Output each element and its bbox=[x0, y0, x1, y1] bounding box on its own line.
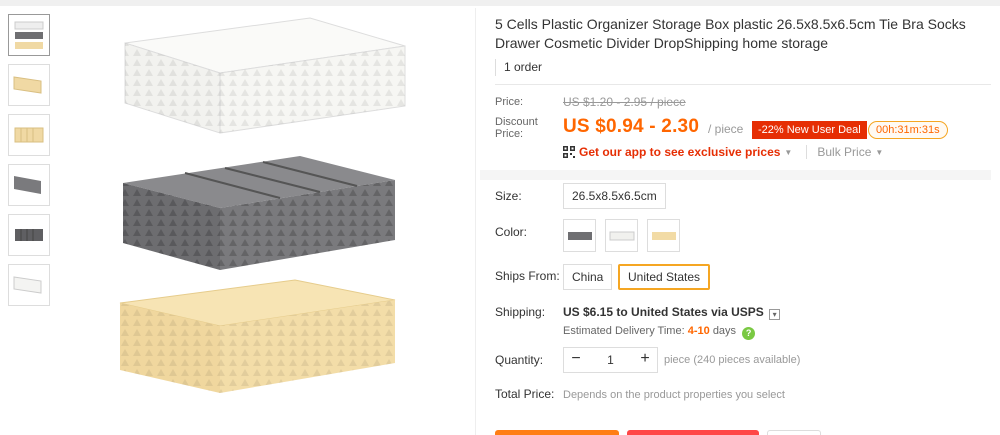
est-days: 4-10 bbox=[687, 325, 710, 337]
shipping-info: US $6.15 to United States via USPS ▾ bbox=[563, 305, 781, 320]
section-divider bbox=[480, 170, 991, 180]
shipping-cost: US $6.15 bbox=[563, 305, 614, 319]
product-title: 5 Cells Plastic Organizer Storage Box pl… bbox=[495, 16, 966, 51]
ships-from-label: Ships From: bbox=[495, 269, 560, 283]
qr-code-icon bbox=[563, 146, 575, 158]
quantity-input[interactable] bbox=[588, 348, 633, 372]
main-product-image bbox=[119, 17, 406, 393]
buy-now-button[interactable] bbox=[495, 430, 619, 435]
bulk-price-dropdown[interactable]: Bulk Price bbox=[806, 145, 871, 159]
add-to-cart-button[interactable] bbox=[627, 430, 759, 435]
color-label: Color: bbox=[495, 225, 528, 239]
ships-from-united-states[interactable]: United States bbox=[618, 264, 711, 290]
quantity-available: piece (240 pieces available) bbox=[664, 354, 801, 366]
increase-button[interactable]: + bbox=[633, 348, 657, 372]
deal-countdown: 00h:31m:31s bbox=[868, 121, 948, 139]
discount-price: US $0.94 - 2.30 bbox=[563, 116, 700, 137]
help-icon[interactable]: ? bbox=[742, 327, 756, 340]
gray-organizer bbox=[123, 156, 395, 270]
top-strip bbox=[0, 0, 1000, 6]
thumbnail-4-image bbox=[14, 176, 41, 194]
thumbnail-2[interactable] bbox=[8, 64, 50, 106]
shipping-label: Shipping: bbox=[495, 305, 546, 319]
original-price: US $1.20 - 2.95 / piece bbox=[563, 95, 686, 109]
thumbnail-3[interactable] bbox=[8, 114, 50, 156]
quantity-stepper: − + bbox=[563, 347, 658, 373]
shipping-dropdown-icon[interactable]: ▾ bbox=[769, 309, 781, 320]
gray-box-swatch bbox=[567, 231, 592, 240]
color-option-beige[interactable] bbox=[647, 219, 680, 252]
ships-from-china[interactable]: China bbox=[563, 264, 613, 290]
decrease-button[interactable]: − bbox=[564, 348, 588, 372]
size-label: Size: bbox=[495, 189, 522, 203]
shipping-destination: to United States via USPS bbox=[616, 305, 764, 319]
est-prefix: Estimated Delivery Time: bbox=[563, 325, 685, 337]
thumbnail-list bbox=[8, 14, 50, 314]
new-user-deal-badge: -22% New User Deal bbox=[752, 121, 867, 139]
size-option[interactable]: 26.5x8.5x6.5cm bbox=[563, 183, 666, 209]
thumbnail-1-image bbox=[14, 21, 44, 49]
beige-box-swatch bbox=[651, 231, 676, 240]
color-option-gray[interactable] bbox=[563, 219, 596, 252]
chevron-down-icon: ▼ bbox=[875, 147, 884, 157]
est-suffix: days bbox=[712, 325, 737, 337]
thumbnail-5[interactable] bbox=[8, 214, 50, 256]
white-organizer bbox=[124, 17, 406, 134]
wishlist-button[interactable] bbox=[767, 430, 821, 435]
thumbnail-1[interactable] bbox=[8, 14, 50, 56]
thumbnail-3-image bbox=[14, 127, 44, 143]
column-divider bbox=[475, 8, 476, 435]
divider bbox=[495, 84, 991, 85]
white-box-swatch bbox=[609, 231, 634, 240]
color-option-white[interactable] bbox=[605, 219, 638, 252]
total-price-label: Total Price: bbox=[495, 387, 555, 401]
thumbnail-5-image bbox=[15, 229, 43, 241]
price-label: Price: bbox=[495, 96, 524, 108]
thumbnail-4[interactable] bbox=[8, 164, 50, 206]
order-count: 1 order bbox=[495, 59, 542, 76]
app-price-row: Get our app to see exclusive prices ▼ Bu… bbox=[563, 144, 897, 160]
total-price-value: Depends on the product properties you se… bbox=[563, 389, 785, 401]
chevron-down-icon: ▼ bbox=[784, 147, 793, 157]
thumbnail-6-image bbox=[13, 276, 42, 294]
get-app-link[interactable]: Get our app to see exclusive prices bbox=[579, 145, 780, 159]
beige-organizer bbox=[119, 279, 396, 393]
price-unit: / piece bbox=[708, 122, 744, 136]
discount-price-label-line-2: Price: bbox=[495, 128, 524, 140]
estimated-delivery: Estimated Delivery Time: 4-10 days ? bbox=[563, 325, 756, 340]
quantity-label: Quantity: bbox=[495, 353, 544, 367]
thumbnail-6[interactable] bbox=[8, 264, 50, 306]
thumbnail-2-image bbox=[13, 76, 42, 94]
